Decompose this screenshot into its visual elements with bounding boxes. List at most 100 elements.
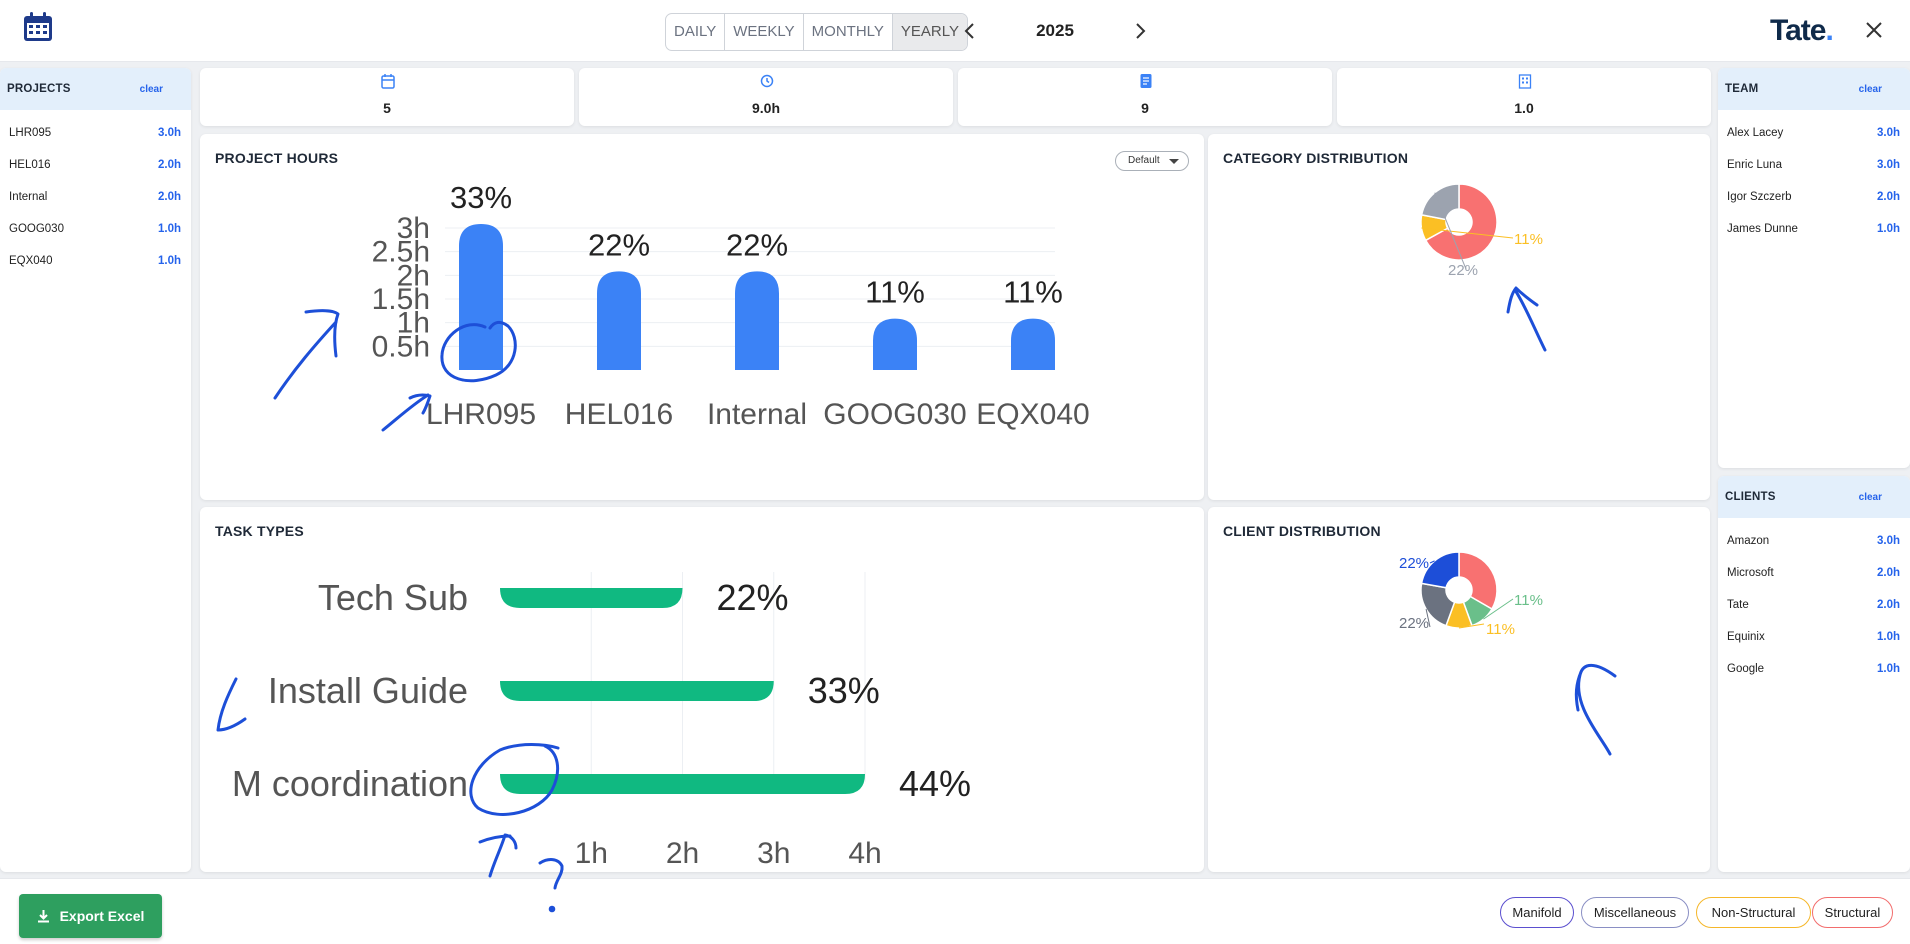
top-bar: DAILY WEEKLY MONTHLY YEARLY 2025 Tate. [0, 0, 1910, 62]
project-item[interactable]: Internal 2.0h [0, 181, 191, 213]
team-title: TEAM [1725, 83, 1759, 95]
bar-hel016 [597, 271, 641, 370]
pie-label: 22% [1448, 262, 1478, 279]
legend-pill-structural[interactable]: Structural [1812, 897, 1893, 928]
bar-value-label: 22% [726, 227, 788, 262]
chevron-left-icon[interactable] [960, 20, 980, 42]
stat-card-days: 5 [200, 68, 574, 126]
x-tick-label: LHR095 [426, 398, 536, 431]
stat-card-entries: 9 [958, 68, 1332, 126]
bar-internal [735, 271, 779, 370]
team-member-name: Enric Luna [1727, 159, 1782, 171]
period-weekly[interactable]: WEEKLY [725, 14, 804, 50]
client-hours: 1.0h [1876, 663, 1900, 675]
project-label: Internal [9, 191, 48, 203]
calendar-logo-icon[interactable] [22, 11, 54, 43]
project-hours: 2.0h [157, 159, 181, 171]
project-item[interactable]: LHR095 3.0h [0, 117, 191, 149]
task-value-label: 33% [808, 670, 880, 711]
project-hours: 1.0h [157, 223, 181, 235]
client-name: Tate [1727, 599, 1749, 611]
legend-pill-miscellaneous[interactable]: Miscellaneous [1581, 897, 1689, 928]
team-member-hours: 2.0h [1876, 191, 1900, 203]
bar-goog030 [873, 318, 917, 370]
client-hours: 3.0h [1876, 535, 1900, 547]
client-item[interactable]: Microsoft 2.0h [1718, 557, 1910, 589]
export-excel-button[interactable]: Export Excel [19, 894, 162, 938]
team-clear-button[interactable]: clear [1859, 84, 1882, 95]
task-bar [500, 681, 774, 701]
task-bar [500, 588, 683, 608]
project-hours-card: PROJECT HOURS Default 0.5h 1h 1.5h 2h 2.5h 3h… [200, 134, 1204, 500]
clock-icon [760, 74, 774, 88]
clients-clear-button[interactable]: clear [1859, 492, 1882, 503]
team-member-item[interactable]: Alex Lacey 3.0h [1718, 117, 1910, 149]
brand-dot: . [1825, 14, 1833, 47]
bar-value-label: 11% [865, 275, 925, 310]
x-tick-label: 1h [575, 837, 608, 870]
period-monthly[interactable]: MONTHLY [804, 14, 893, 50]
client-hours: 2.0h [1876, 599, 1900, 611]
clients-panel: CLIENTS clear Amazon 3.0h Microsoft 2.0h T… [1718, 476, 1910, 872]
team-member-item[interactable]: James Dunne 1.0h [1718, 213, 1910, 245]
team-member-item[interactable]: Igor Szczerb 2.0h [1718, 181, 1910, 213]
pie-slice [1420, 183, 1460, 221]
clients-title: CLIENTS [1725, 491, 1776, 503]
projects-clear-button[interactable]: clear [140, 84, 163, 95]
pie-label: 22% [1399, 555, 1429, 572]
bar-lhr095 [459, 224, 503, 370]
pie-label: 22% [1399, 615, 1429, 632]
stat-card-hours: 9.0h [579, 68, 953, 126]
download-icon [37, 910, 49, 923]
bar-value-label: 33% [450, 180, 512, 215]
client-distribution-chart: 11% 11% 22% 22% [1399, 551, 1543, 638]
project-label: HEL016 [9, 159, 51, 171]
task-types-card: TASK TYPES 1h 2h 3h 4h Tech Sub 22% Install Gu… [200, 507, 1204, 872]
team-member-item[interactable]: Enric Luna 3.0h [1718, 149, 1910, 181]
category-distribution-chart: 11% 22% [1420, 183, 1543, 279]
year-label: 2025 [1036, 21, 1074, 40]
clients-list: Amazon 3.0h Microsoft 2.0h Tate 2.0h Equini… [1718, 518, 1910, 685]
client-name: Equinix [1727, 631, 1765, 643]
project-hours: 1.0h [157, 255, 181, 267]
clients-header: CLIENTS clear [1718, 476, 1910, 518]
project-item[interactable]: GOOG030 1.0h [0, 213, 191, 245]
bar-value-label: 22% [588, 227, 650, 262]
task-category-label: Tech Sub [318, 577, 468, 618]
stat-value: 1.0 [1514, 100, 1534, 116]
project-item[interactable]: EQX040 1.0h [0, 245, 191, 277]
pie-label: 11% [1514, 592, 1543, 609]
task-types-chart: 1h 2h 3h 4h Tech Sub 22% Install Guide 33% M coo… [232, 572, 971, 870]
team-member-name: Alex Lacey [1727, 127, 1784, 139]
x-tick-label: GOOG030 [823, 398, 966, 431]
x-tick-label: Internal [707, 398, 807, 431]
close-icon[interactable] [1862, 18, 1886, 42]
client-hours: 2.0h [1876, 567, 1900, 579]
x-tick-label: 3h [757, 837, 790, 870]
period-yearly[interactable]: YEARLY [892, 14, 967, 50]
client-item[interactable]: Google 1.0h [1718, 653, 1910, 685]
pie-label: 11% [1514, 231, 1543, 248]
project-label: GOOG030 [9, 223, 64, 235]
client-name: Microsoft [1727, 567, 1774, 579]
bar-value-label: 11% [1003, 275, 1063, 310]
client-name: Google [1727, 663, 1765, 675]
team-header: TEAM clear [1718, 68, 1910, 110]
brand-logo: Tate. [1770, 14, 1834, 48]
legend-pill-non-structural[interactable]: Non-Structural [1696, 897, 1811, 928]
client-item[interactable]: Equinix 1.0h [1718, 621, 1910, 653]
y-tick-label: 3h [397, 212, 430, 245]
projects-title: PROJECTS [7, 83, 71, 95]
client-distribution-card: CLIENT DISTRIBUTION 11% 11% 22% 22% [1208, 507, 1710, 872]
legend-pill-manifold[interactable]: Manifold [1500, 897, 1574, 928]
chevron-right-icon[interactable] [1130, 20, 1150, 42]
project-item[interactable]: HEL016 2.0h [0, 149, 191, 181]
projects-panel: PROJECTS clear LHR095 3.0h HEL016 2.0h Int… [0, 68, 191, 872]
x-tick-label: EQX040 [976, 398, 1089, 431]
period-daily[interactable]: DAILY [666, 14, 726, 50]
category-distribution-card: CATEGORY DISTRIBUTION 11% 22% [1208, 134, 1710, 500]
export-excel-label: Export Excel [59, 908, 145, 924]
task-value-label: 22% [717, 577, 789, 618]
client-item[interactable]: Amazon 3.0h [1718, 525, 1910, 557]
client-item[interactable]: Tate 2.0h [1718, 589, 1910, 621]
